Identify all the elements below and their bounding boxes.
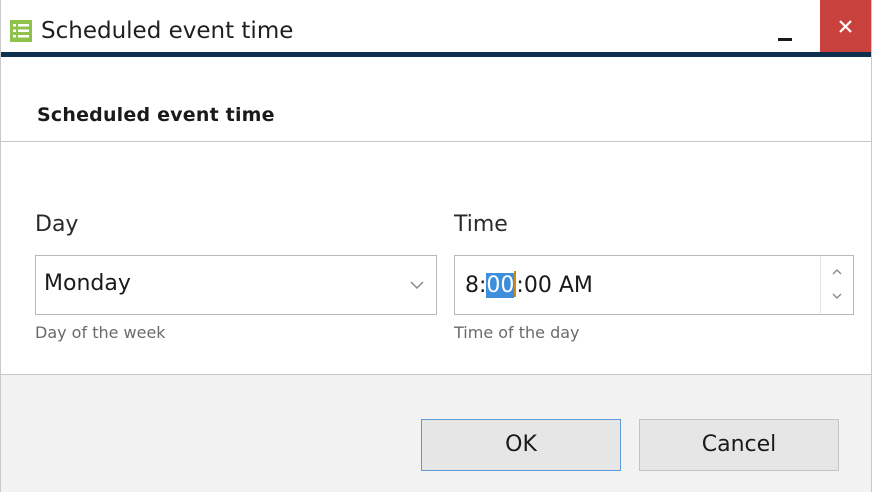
dialog-header: Scheduled event time	[1, 57, 871, 142]
dialog-window: Scheduled event time Scheduled event tim…	[0, 0, 872, 492]
chevron-down-icon[interactable]	[398, 256, 436, 314]
dialog-heading: Scheduled event time	[37, 104, 275, 126]
day-label: Day	[35, 212, 79, 237]
minimize-button[interactable]	[759, 10, 811, 56]
close-button[interactable]	[820, 0, 871, 52]
day-selected-value: Monday	[44, 271, 131, 296]
time-minutes-selected: 00	[486, 273, 515, 298]
title-bar[interactable]: Scheduled event time	[1, 0, 871, 56]
time-hint: Time of the day	[454, 323, 580, 342]
time-input[interactable]: 8:00:00 AM	[454, 255, 854, 315]
time-value[interactable]: 8:00:00 AM	[465, 271, 593, 298]
dialog-content: Day Monday Day of the week Time 8:00:00 …	[1, 142, 871, 374]
ok-button[interactable]: OK	[421, 419, 621, 471]
time-hour: 8	[465, 273, 479, 298]
app-list-icon	[10, 20, 32, 42]
time-spinner[interactable]	[820, 256, 853, 314]
close-icon	[839, 20, 852, 33]
day-dropdown[interactable]: Monday	[35, 255, 437, 315]
chevron-up-icon[interactable]	[821, 260, 853, 284]
day-hint: Day of the week	[35, 323, 166, 342]
dialog-footer: OK Cancel	[1, 374, 871, 492]
cancel-button[interactable]: Cancel	[639, 419, 839, 471]
minimize-icon	[778, 38, 792, 41]
time-label: Time	[454, 212, 508, 237]
window-title: Scheduled event time	[41, 18, 294, 44]
time-rest: :00 AM	[516, 273, 593, 298]
chevron-down-icon[interactable]	[821, 284, 853, 308]
